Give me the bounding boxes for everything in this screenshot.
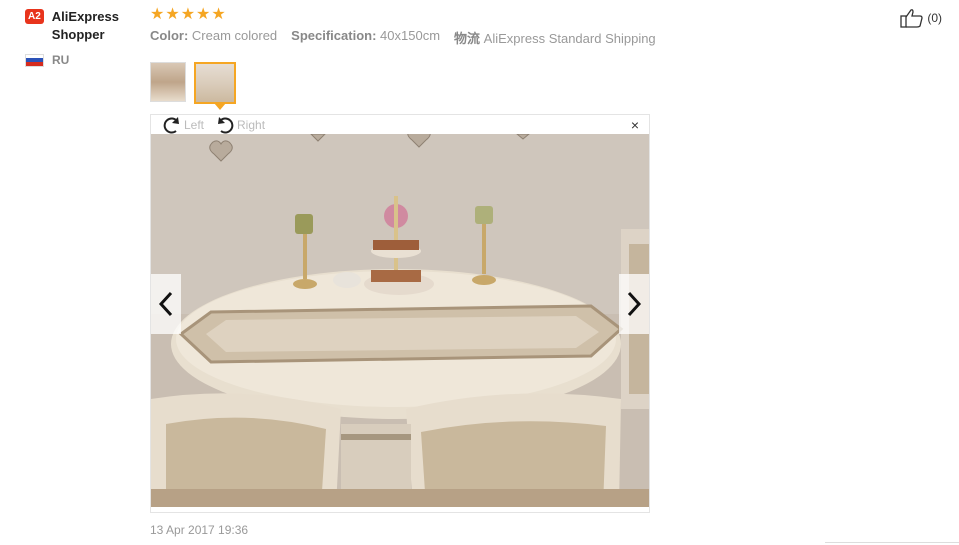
star-rating: ★ ★ ★ ★ ★ <box>150 6 850 24</box>
shipping-label: 物流 <box>454 31 481 46</box>
photo-image <box>151 134 649 507</box>
close-icon[interactable]: × <box>631 118 639 132</box>
thumbs-up-icon <box>900 9 923 28</box>
review-date: 13 Apr 2017 19:36 <box>150 523 249 537</box>
helpful-button[interactable]: (0) <box>900 8 942 28</box>
star-icon: ★ <box>211 6 226 23</box>
star-icon: ★ <box>165 6 180 23</box>
rotate-right-label: Right <box>237 117 266 132</box>
photo-viewer: Left Right × <box>150 114 650 513</box>
star-icon: ★ <box>150 6 165 23</box>
previous-photo-button[interactable] <box>151 274 181 334</box>
photo-thumbnails <box>150 62 236 104</box>
thumbnail-1[interactable] <box>150 62 186 102</box>
rotate-left-button[interactable]: Left <box>161 115 204 135</box>
divider <box>825 542 959 543</box>
thumbnail-2[interactable] <box>194 62 236 104</box>
spec-color: Color: Cream colored <box>150 28 277 47</box>
reviewer-name[interactable]: AliExpress Shopper <box>52 8 140 44</box>
rotate-right-button[interactable]: Right <box>214 115 265 135</box>
reviewer-row: A2 AliExpress Shopper <box>25 8 140 44</box>
level-badge: A2 <box>25 9 44 24</box>
rotate-left-label: Left <box>184 117 205 132</box>
reviewer-info: A2 AliExpress Shopper RU <box>25 8 140 67</box>
review-content: ★ ★ ★ ★ ★ Color: Cream colored Specifica… <box>150 6 850 513</box>
star-icon: ★ <box>196 6 211 23</box>
specification-label: Specification: <box>291 28 377 43</box>
spec-size: Specification: 40x150cm <box>291 28 440 47</box>
like-count: (0) <box>927 11 942 25</box>
color-value: Cream colored <box>191 28 278 43</box>
review-photo <box>151 134 649 507</box>
specification-value: 40x150cm <box>380 28 441 43</box>
order-spec: Color: Cream colored Specification: 40x1… <box>150 28 850 47</box>
viewer-toolbar: Left Right × <box>151 115 649 134</box>
chevron-left-icon <box>158 291 173 317</box>
russia-flag-icon <box>25 53 44 67</box>
color-label: Color: <box>150 28 189 43</box>
star-icon: ★ <box>180 6 196 23</box>
reviewer-country: RU <box>25 53 140 67</box>
next-photo-button[interactable] <box>619 274 649 334</box>
rotate-right-icon <box>218 116 234 134</box>
chevron-right-icon <box>627 291 642 317</box>
spec-shipping: 物流 AliExpress Standard Shipping <box>454 28 656 47</box>
active-thumbnail-caret <box>214 103 226 110</box>
shipping-value: AliExpress Standard Shipping <box>483 31 656 46</box>
country-code: RU <box>52 53 70 67</box>
rotate-left-icon <box>163 116 179 134</box>
